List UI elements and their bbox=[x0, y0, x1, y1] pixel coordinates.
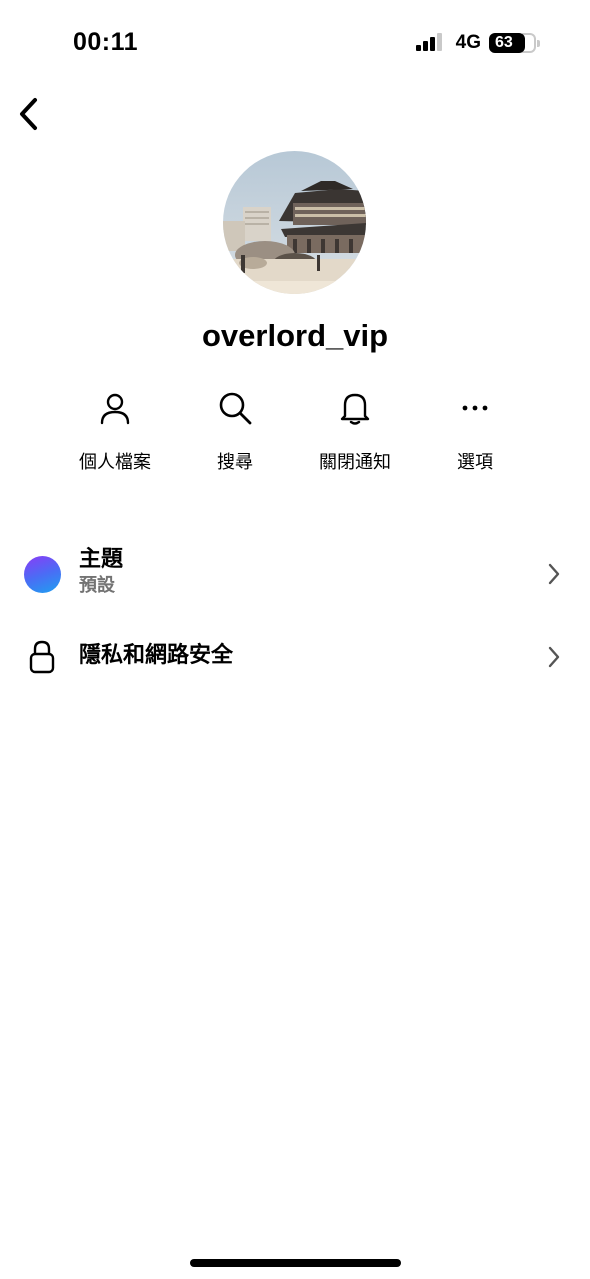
search-action-button[interactable]: 搜尋 bbox=[175, 388, 295, 474]
status-indicators: 4G 63 bbox=[415, 32, 540, 54]
theme-subtitle: 預設 bbox=[79, 575, 115, 596]
cellular-signal-icon bbox=[415, 32, 448, 54]
chevron-left-icon bbox=[20, 98, 37, 130]
back-button[interactable] bbox=[8, 94, 48, 134]
search-action-label: 搜尋 bbox=[217, 452, 253, 473]
profile-action-button[interactable]: 個人檔案 bbox=[55, 388, 175, 474]
profile-username: overlord_vip bbox=[201, 318, 389, 353]
profile-action-label: 個人檔案 bbox=[79, 452, 151, 473]
avatar-photo bbox=[223, 151, 366, 294]
more-icon bbox=[455, 388, 495, 428]
lock-icon bbox=[23, 638, 61, 676]
chevron-right-icon bbox=[543, 643, 565, 671]
theme-color-icon bbox=[23, 555, 61, 593]
status-bar: 00:11 4G 63 bbox=[0, 0, 590, 90]
privacy-title: 隱私和網路安全 bbox=[79, 643, 234, 668]
options-label: 選項 bbox=[457, 452, 493, 473]
theme-text: 主題 預設 bbox=[79, 546, 123, 598]
theme-row[interactable]: 主題 預設 bbox=[0, 546, 590, 602]
status-time: 00:11 bbox=[73, 28, 139, 56]
battery-icon: 63 bbox=[489, 33, 540, 53]
search-icon bbox=[215, 388, 255, 428]
mute-notifications-label: 關閉通知 bbox=[319, 452, 391, 473]
avatar[interactable] bbox=[223, 151, 366, 294]
privacy-row[interactable]: 隱私和網路安全 bbox=[0, 636, 590, 678]
privacy-text: 隱私和網路安全 bbox=[79, 642, 233, 670]
battery-level: 63 bbox=[489, 33, 525, 53]
theme-title: 主題 bbox=[79, 547, 124, 572]
options-button[interactable]: 選項 bbox=[415, 388, 535, 474]
network-type: 4G bbox=[455, 32, 481, 53]
home-indicator[interactable] bbox=[190, 1259, 401, 1267]
person-icon bbox=[95, 388, 135, 428]
chevron-right-icon bbox=[543, 560, 565, 588]
bell-icon bbox=[335, 388, 375, 428]
mute-notifications-button[interactable]: 關閉通知 bbox=[295, 388, 415, 474]
quick-actions: 個人檔案 搜尋 關閉通知 選項 bbox=[55, 388, 535, 474]
